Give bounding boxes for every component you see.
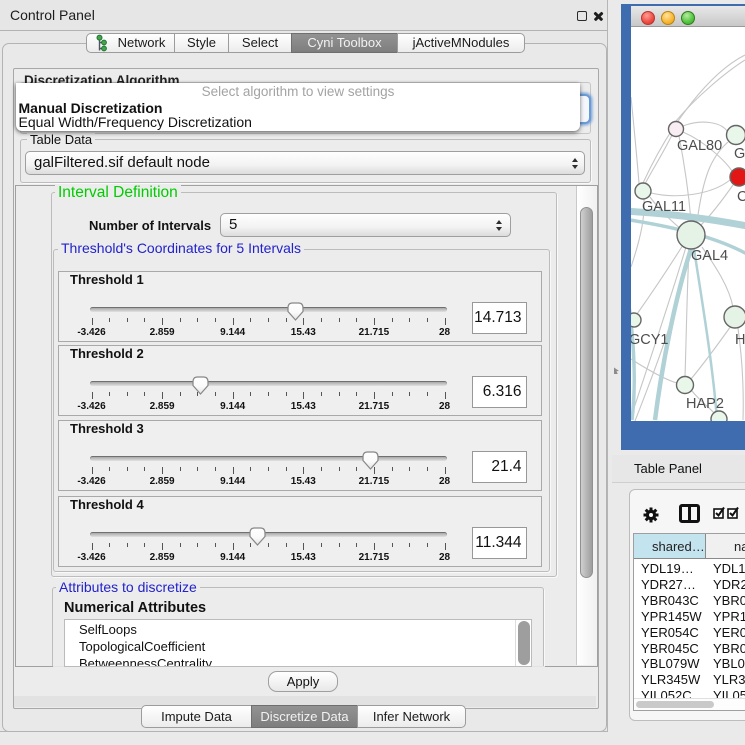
svg-text:GAL4: GAL4 — [691, 248, 728, 264]
svg-text:GAL11: GAL11 — [642, 199, 686, 215]
svg-text:GAL80: GAL80 — [677, 138, 722, 154]
svg-text:HAP2: HAP2 — [686, 396, 724, 412]
svg-text:H: H — [735, 332, 745, 348]
svg-text:GCY1: GCY1 — [631, 332, 669, 348]
svg-text:G: G — [734, 146, 745, 162]
svg-text:C: C — [737, 189, 745, 205]
